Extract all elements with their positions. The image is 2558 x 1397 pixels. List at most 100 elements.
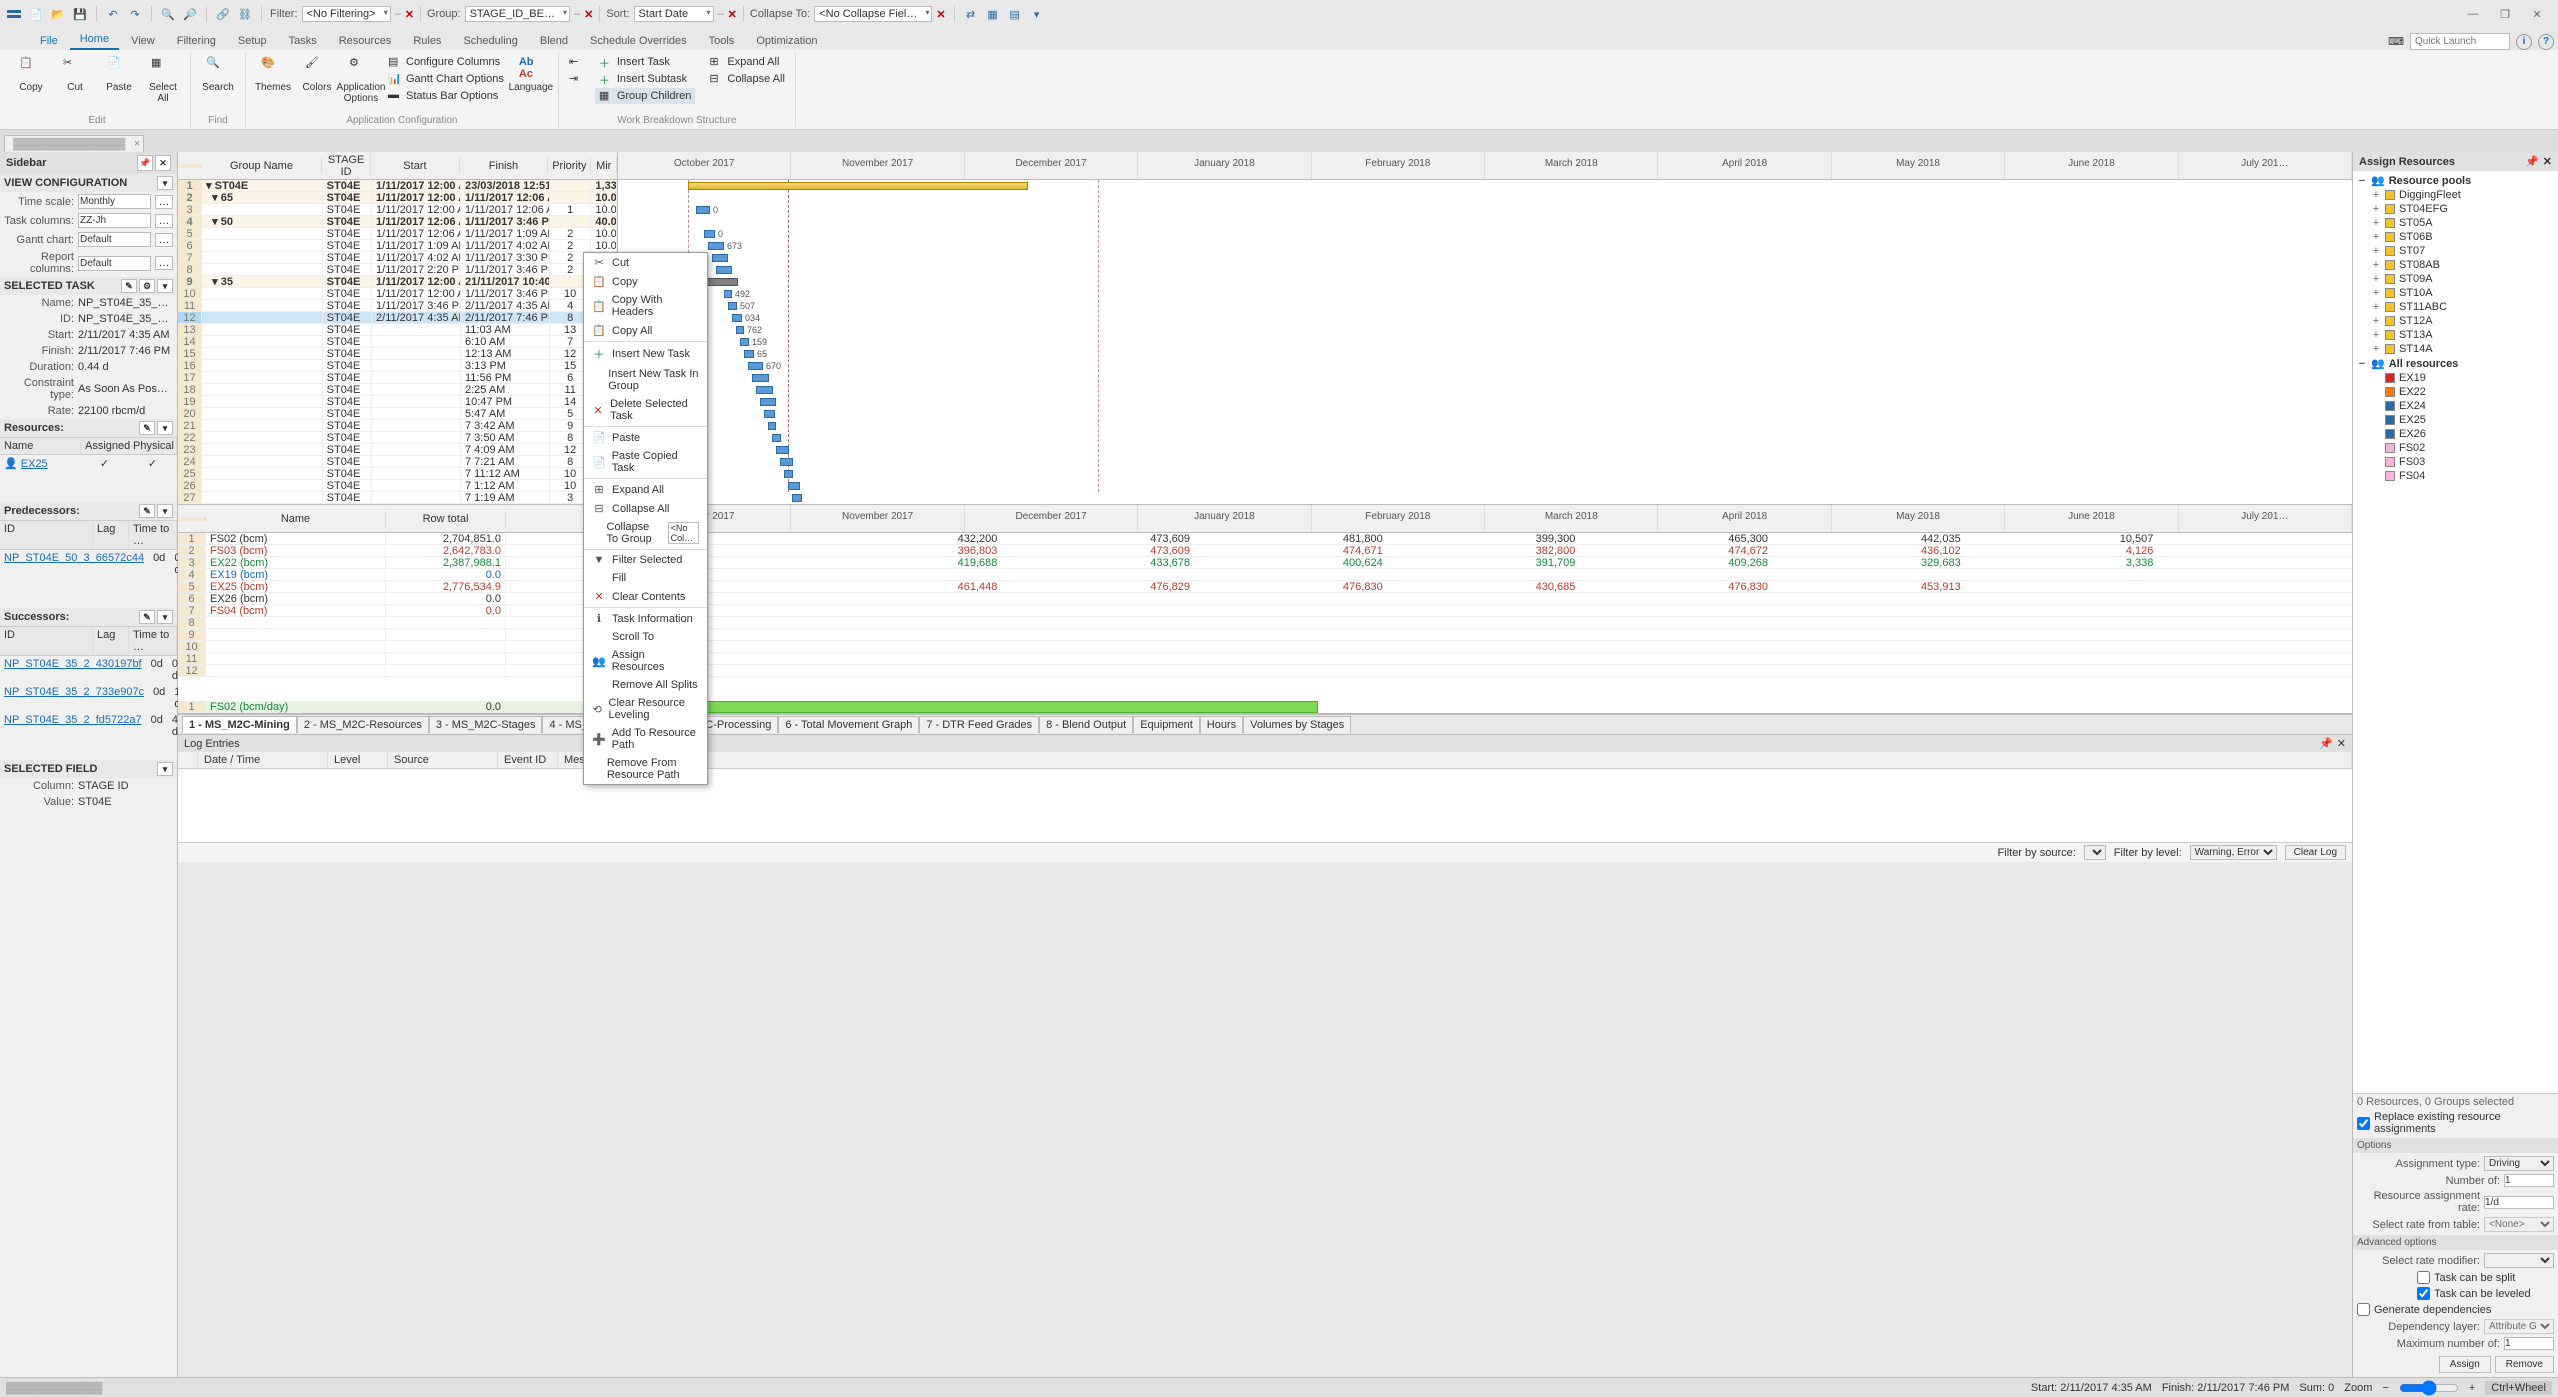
group-clear-icon[interactable]: ✕ — [584, 8, 593, 21]
gantt-task-bar[interactable] — [756, 386, 773, 394]
pool-node[interactable]: +ST10A — [2369, 286, 2556, 300]
resource-node[interactable]: EX22 — [2383, 385, 2556, 399]
insert-subtask-button[interactable]: ＋Insert Subtask — [595, 71, 696, 87]
configure-columns-button[interactable]: ▤Configure Columns — [384, 54, 508, 70]
open-icon[interactable]: 📂 — [50, 6, 66, 22]
replace-assignments-checkbox[interactable] — [2357, 1117, 2370, 1130]
gantt-summary-bar[interactable] — [688, 182, 1028, 190]
ctx-copy-headers[interactable]: 📋Copy With Headers — [584, 291, 707, 321]
expand-icon[interactable]: + — [2371, 259, 2381, 271]
expand-icon[interactable]: + — [2371, 343, 2381, 355]
assignment-type-combo[interactable]: Driving — [2484, 1156, 2554, 1171]
expand-icon[interactable]: + — [2371, 189, 2381, 201]
tool4-icon[interactable]: ▾ — [1029, 6, 1045, 22]
ctx-insert-task[interactable]: ＋Insert New Task — [584, 343, 707, 365]
gantt-row[interactable]: 22ST04E7 3:50 AM810.0 — [178, 432, 617, 444]
gantt-task-bar[interactable] — [708, 242, 724, 250]
bottom-tab[interactable]: 8 - Blend Output — [1039, 716, 1133, 733]
ctx-paste-copied[interactable]: 📄Paste Copied Task — [584, 447, 707, 477]
insert-task-button[interactable]: ＋Insert Task — [595, 54, 696, 70]
document-tab[interactable]: ▓▓▓▓▓▓▓▓▓▓▓▓▓▓× — [4, 135, 144, 152]
quick-launch-input[interactable] — [2410, 33, 2510, 50]
tool1-icon[interactable]: ⇄ — [963, 6, 979, 22]
bottom-tab[interactable]: 1 - MS_M2C-Mining — [182, 716, 297, 733]
bottom-tab[interactable]: 6 - Total Movement Graph — [778, 716, 919, 733]
resource-node[interactable]: EX26 — [2383, 427, 2556, 441]
pool-node[interactable]: +DiggingFleet — [2369, 188, 2556, 202]
ctx-expand-all[interactable]: ⊞Expand All — [584, 480, 707, 499]
tab-rules[interactable]: Rules — [403, 32, 451, 50]
tab-resources[interactable]: Resources — [329, 32, 402, 50]
pool-node[interactable]: +ST14A — [2369, 342, 2556, 356]
gantt-row[interactable]: 9 ▾ 35ST04E1/11/2017 12:00 AM21/11/2017 … — [178, 276, 617, 288]
gantt-row[interactable]: 3ST04E1/11/2017 12:00 AM1/11/2017 12:06 … — [178, 204, 617, 216]
gantt-row[interactable]: 13ST04E11:03 AM1310.0 — [178, 324, 617, 336]
gantt-row[interactable]: 19ST04E10:47 PM1410.0 — [178, 396, 617, 408]
zoom-in-button[interactable]: + — [2469, 1382, 2475, 1394]
assign-pin-icon[interactable]: 📌 — [2525, 155, 2539, 168]
expand-icon[interactable]: + — [2371, 315, 2381, 327]
tab-schedule-overrides[interactable]: Schedule Overrides — [580, 32, 697, 50]
gantt-task-bar[interactable] — [780, 458, 793, 466]
redo-icon[interactable]: ↷ — [127, 6, 143, 22]
group-children-button[interactable]: ▦Group Children — [595, 88, 696, 104]
gantt-task-bar[interactable] — [792, 494, 802, 502]
predecessor-link[interactable]: NP_ST04E_50_3_66572c44 — [0, 550, 149, 578]
gantt-row[interactable]: 21ST04E7 3:42 AM910.0 — [178, 420, 617, 432]
gantt-row[interactable]: 20ST04E5:47 AM510.0 — [178, 408, 617, 420]
expand-icon[interactable]: + — [2371, 231, 2381, 243]
expand-icon[interactable]: + — [2371, 245, 2381, 257]
gantt-task-bar[interactable] — [760, 398, 776, 406]
collapse-all-button[interactable]: ⊟Collapse All — [705, 71, 788, 87]
bottom-tab[interactable]: 7 - DTR Feed Grades — [919, 716, 1039, 733]
gantt-row[interactable]: 23ST04E7 4:09 AM1210.0 — [178, 444, 617, 456]
gantt-task-bar[interactable] — [752, 374, 769, 382]
gantt-row[interactable]: 7ST04E1/11/2017 4:02 AM1/11/2017 3:30 PM… — [178, 252, 617, 264]
gantt-row[interactable]: 6ST04E1/11/2017 1:09 AM1/11/2017 4:02 AM… — [178, 240, 617, 252]
gantt-row[interactable]: 4 ▾ 50ST04E1/11/2017 12:06 AM1/11/2017 3… — [178, 216, 617, 228]
minimize-button[interactable]: — — [2458, 4, 2488, 24]
log-col-source[interactable]: Source — [388, 752, 498, 768]
bottom-tab[interactable]: 3 - MS_M2C-Stages — [429, 716, 543, 733]
keyboard-icon[interactable]: ⌨ — [2388, 35, 2404, 48]
gantt-row[interactable]: 25ST04E7 11:12 AM1010.0 — [178, 468, 617, 480]
link-icon[interactable]: 🔗 — [215, 6, 231, 22]
gantt-row[interactable]: 5ST04E1/11/2017 12:06 AM1/11/2017 1:09 A… — [178, 228, 617, 240]
clear-log-button[interactable]: Clear Log — [2285, 845, 2346, 860]
assignment-rate-input[interactable] — [2484, 1196, 2554, 1209]
bottom-tab[interactable]: Volumes by Stages — [1243, 716, 1351, 733]
log-col-datetime[interactable]: Date / Time — [198, 752, 328, 768]
pool-node[interactable]: +ST11ABC — [2369, 300, 2556, 314]
resource-row[interactable]: 1FS02 (bcm)2,704,851.0 — [178, 533, 617, 545]
ctx-paste[interactable]: 📄Paste — [584, 428, 707, 447]
collapse-icon[interactable]: ▾ — [206, 180, 212, 191]
pool-node[interactable]: +ST05A — [2369, 216, 2556, 230]
close-button[interactable]: ✕ — [2522, 4, 2552, 24]
resource-row[interactable]: 3EX22 (bcm)2,387,988.1 — [178, 557, 617, 569]
tab-blend[interactable]: Blend — [530, 32, 578, 50]
log-col-message[interactable]: Message — [558, 752, 2352, 768]
pool-node[interactable]: +ST09A — [2369, 272, 2556, 286]
bottom-tab[interactable]: 2 - MS_M2C-Resources — [297, 716, 429, 733]
zoom-out-button[interactable]: − — [2382, 1382, 2388, 1394]
unlink-icon[interactable]: ⛓ — [237, 6, 253, 22]
gantt-task-bar[interactable] — [764, 410, 775, 418]
resource-node[interactable]: FS02 — [2383, 441, 2556, 455]
remove-button[interactable]: Remove — [2495, 1356, 2554, 1373]
gantt-row[interactable]: 18ST04E2:25 AM1110.0 — [178, 384, 617, 396]
zoom-out-icon[interactable]: 🔍 — [160, 6, 176, 22]
ctx-assign-resources[interactable]: 👥Assign Resources — [584, 646, 707, 676]
gantt-row[interactable]: 8ST04E1/11/2017 2:20 PM1/11/2017 3:46 PM… — [178, 264, 617, 276]
undo-icon[interactable]: ↶ — [105, 6, 121, 22]
expand-icon[interactable]: + — [2371, 273, 2381, 285]
info-icon[interactable]: ? — [2538, 34, 2554, 50]
sidebar-pin-icon[interactable]: 📌 — [137, 155, 153, 171]
task-columns-combo[interactable]: ZZ-Jh — [78, 213, 151, 228]
expand-icon[interactable]: + — [2371, 287, 2381, 299]
report-columns-combo[interactable]: Default — [78, 256, 151, 271]
time-scale-ellipsis[interactable]: … — [155, 195, 173, 209]
resource-row[interactable]: 4EX19 (bcm)0.0 — [178, 569, 617, 581]
generate-deps-checkbox[interactable] — [2357, 1303, 2370, 1316]
sidebar-close-icon[interactable]: ✕ — [155, 155, 171, 171]
col-mir[interactable]: Mir — [591, 158, 617, 174]
